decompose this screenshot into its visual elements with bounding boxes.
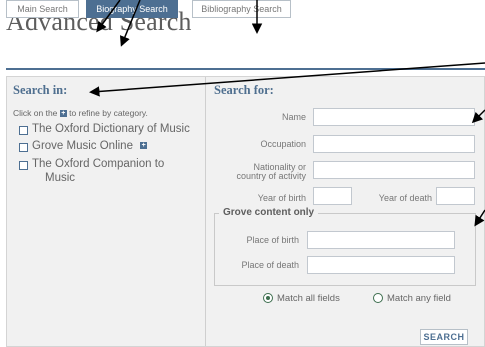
nationality-input[interactable] — [313, 161, 475, 179]
category-checkbox-grove[interactable] — [19, 143, 28, 152]
search-for-heading: Search for: — [214, 83, 274, 97]
match-any-label: Match any field — [387, 293, 451, 304]
grove-expand-plus-icon[interactable]: + — [140, 142, 148, 150]
category-checkbox-oxford-companion[interactable] — [19, 161, 28, 170]
search-panel: Search in: Click on the + to refine by c… — [6, 76, 485, 347]
match-all-radio[interactable] — [263, 293, 273, 303]
grove-label-text: Grove Music Online — [32, 140, 133, 152]
year-of-death-input[interactable] — [436, 187, 475, 205]
category-label-oxford-companion: The Oxford Companion to — [32, 158, 165, 170]
occupation-label: Occupation — [260, 139, 306, 149]
name-input[interactable] — [313, 108, 475, 126]
tab-main-search[interactable]: Main Search — [6, 0, 79, 18]
category-checkbox-oxford-dictionary[interactable] — [19, 126, 28, 135]
nationality-label: Nationality or country of activity — [236, 163, 306, 181]
hint-text-after: to refine by category. — [69, 108, 148, 118]
refine-hint: Click on the + to refine by category. — [13, 108, 148, 118]
search-in-heading: Search in: — [13, 83, 68, 97]
place-of-death-input[interactable] — [307, 256, 455, 274]
grove-content-fieldset — [214, 213, 476, 286]
year-of-birth-label: Year of birth — [257, 193, 306, 203]
year-of-birth-input[interactable] — [313, 187, 352, 205]
tab-biography-search[interactable]: Biography Search — [86, 0, 178, 18]
grove-content-legend: Grove content only — [219, 207, 319, 218]
category-label-oxford-companion-line2: Music — [45, 172, 76, 184]
panel-divider — [205, 77, 206, 346]
category-label-oxford-dictionary: The Oxford Dictionary of Music — [32, 123, 190, 135]
place-of-birth-input[interactable] — [307, 231, 455, 249]
category-label-grove: Grove Music Online + — [32, 140, 148, 152]
expand-plus-icon: + — [59, 110, 67, 118]
search-button[interactable]: SEARCH — [420, 329, 468, 345]
nationality-label-line2: country of activity — [236, 171, 306, 181]
hint-text-before: Click on the — [13, 108, 58, 118]
tab-bibliography-search[interactable]: Bibliography Search — [192, 0, 291, 18]
tab-underline — [6, 68, 485, 70]
match-all-label: Match all fields — [277, 293, 340, 304]
name-label: Name — [281, 112, 306, 122]
match-any-radio[interactable] — [373, 293, 383, 303]
year-of-death-label: Year of death — [378, 193, 432, 203]
place-of-death-label: Place of death — [241, 260, 299, 270]
place-of-birth-label: Place of birth — [246, 235, 299, 245]
occupation-input[interactable] — [313, 135, 475, 153]
